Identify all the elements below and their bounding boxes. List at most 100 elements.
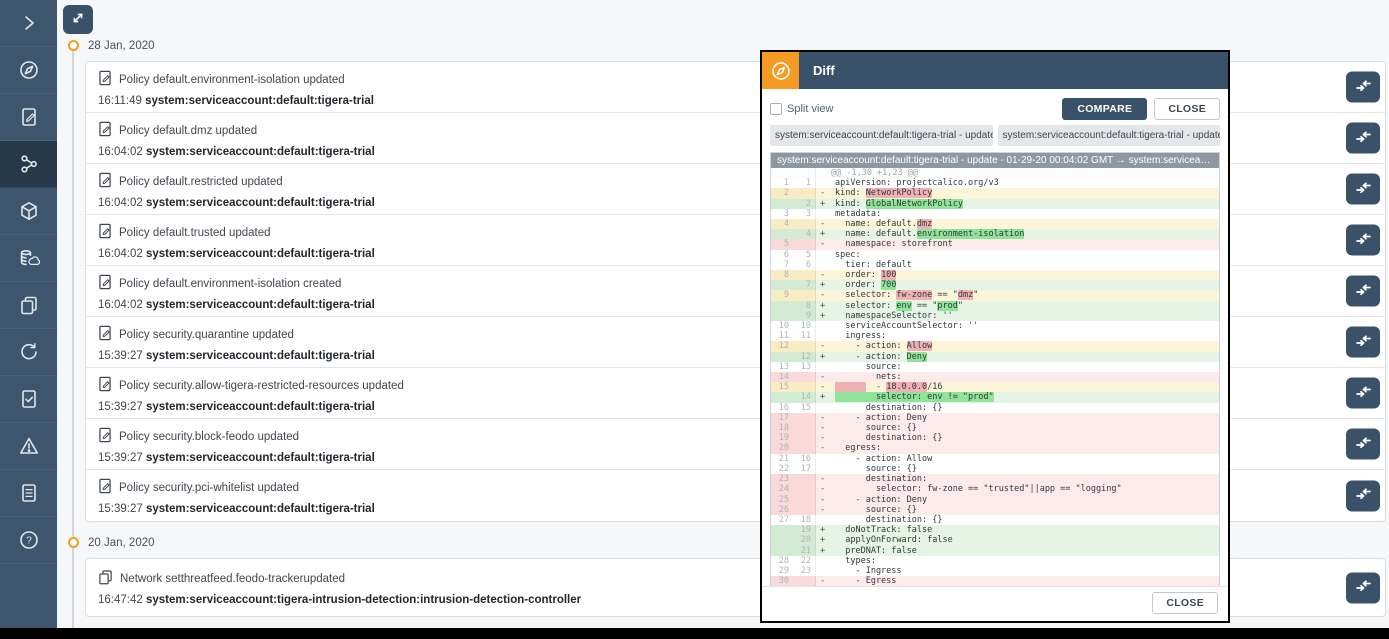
diff-line: 24- selector: fw-zone == "trusted"||app … — [771, 484, 1219, 494]
policy-document-icon — [98, 121, 112, 140]
entry-title: Policy security.allow-tigera-restricted-… — [119, 380, 404, 392]
timeline-marker-icon — [68, 537, 79, 548]
entry-diff-button[interactable] — [1346, 480, 1380, 511]
policy-document-icon — [98, 274, 112, 293]
diff-line: 76 tier: default — [771, 260, 1219, 270]
compass-icon — [18, 59, 40, 81]
diff-modal-title: Diff — [813, 63, 835, 78]
help-circle-icon: ? — [18, 529, 40, 551]
entry-time: 16:04:02 — [98, 197, 146, 209]
diff-modal: Diff Split view COMPARE CLOSE system:ser… — [760, 50, 1230, 623]
entry-diff-button[interactable] — [1346, 572, 1380, 603]
entry-diff-button[interactable] — [1346, 378, 1380, 409]
diff-line: 9+ namespaceSelector: '' — [771, 311, 1219, 321]
left-revision-select[interactable]: system:serviceaccount:default:tigera-tri… — [770, 125, 993, 146]
entry-title: Policy security.quarantine updated — [119, 329, 294, 341]
copy-pages-icon — [98, 569, 113, 588]
compass-logo-icon — [762, 52, 799, 89]
footer-close-button[interactable]: CLOSE — [1152, 592, 1218, 614]
diff-line: 20- egress: — [771, 443, 1219, 453]
sidebar-item[interactable] — [0, 282, 57, 329]
entry-time: 16:11:49 — [98, 95, 145, 107]
diff-line: 7+ order: 700 — [771, 280, 1219, 290]
diff-lines: @@ -1,30 +1,23 @@11apiVersion: projectca… — [771, 168, 1219, 586]
entry-diff-button[interactable] — [1346, 429, 1380, 460]
storage-cloud-icon — [18, 247, 40, 269]
warning-triangle-icon — [18, 435, 40, 457]
diff-line: 1010 serviceAccountSelector: '' — [771, 321, 1219, 331]
policy-document-icon — [98, 70, 112, 89]
sidebar-item[interactable] — [0, 376, 57, 423]
sidebar-item[interactable] — [0, 235, 57, 282]
diff-line: 14- nets: — [771, 372, 1219, 382]
diff-line: 20+ applyOnForward: false — [771, 535, 1219, 545]
diff-line: 2923 - Ingress — [771, 566, 1219, 576]
diff-line: 1111 ingress: — [771, 331, 1219, 341]
diff-panel: system:serviceaccount:default:tigera-tri… — [770, 152, 1220, 586]
entry-diff-button[interactable] — [1346, 276, 1380, 307]
cube-icon — [18, 200, 40, 222]
diff-modal-body: Split view COMPARE CLOSE system:servicea… — [762, 89, 1228, 586]
diff-line: 2217 source: {} — [771, 464, 1219, 474]
sidebar-item[interactable] — [0, 0, 57, 47]
sidebar-item[interactable] — [0, 423, 57, 470]
diff-line: 11apiVersion: projectcalico.org/v3 — [771, 178, 1219, 188]
diff-line: 2116 - action: Allow — [771, 454, 1219, 464]
diff-line: 26- source: {} — [771, 505, 1219, 515]
compare-arrows-icon — [1355, 579, 1372, 597]
diff-line: @@ -1,30 +1,23 @@ — [771, 168, 1219, 178]
compare-arrows-icon — [1355, 129, 1372, 147]
diff-modal-header: Diff — [762, 52, 1228, 89]
split-view-label: Split view — [787, 103, 833, 115]
document-check-icon — [18, 388, 40, 410]
entry-time: 15:39:27 — [98, 401, 146, 413]
diff-line: 1615 destination: {} — [771, 403, 1219, 413]
policy-document-icon — [98, 172, 112, 191]
right-revision-select[interactable]: system:serviceaccount:default:tigera-tri… — [998, 125, 1221, 146]
close-button[interactable]: CLOSE — [1154, 98, 1220, 120]
diff-line: 5- namespace: storefront — [771, 239, 1219, 249]
diff-line: 14+ selector: env != "prod" — [771, 392, 1219, 402]
timeline-date-label: 20 Jan, 2020 — [88, 537, 155, 549]
diff-line: 9- selector: fw-zone == "dmz" — [771, 290, 1219, 300]
entry-account: system:serviceaccount:default:tigera-tri… — [146, 452, 375, 464]
entry-time: 16:04:02 — [98, 146, 146, 158]
diff-line: 30- - Egress — [771, 576, 1219, 586]
diff-line: 1313 source: — [771, 362, 1219, 372]
sidebar-item[interactable]: ? — [0, 517, 57, 564]
entry-account: system:serviceaccount:default:tigera-tri… — [146, 350, 375, 362]
entry-time: 16:47:42 — [98, 594, 146, 606]
diff-line: 2718 destination: {} — [771, 515, 1219, 525]
compare-arrows-icon — [1355, 180, 1372, 198]
entry-diff-button[interactable] — [1346, 72, 1380, 103]
timeline-marker-icon — [68, 40, 79, 51]
document-list-icon — [18, 482, 40, 504]
sidebar-item[interactable] — [0, 470, 57, 517]
compare-arrows-icon — [1355, 384, 1372, 402]
diff-line: 25- - action: Deny — [771, 495, 1219, 505]
split-view-checkbox[interactable] — [770, 103, 782, 115]
sidebar-item[interactable] — [0, 188, 57, 235]
compare-button[interactable]: COMPARE — [1062, 98, 1147, 120]
diff-line: 18- source: {} — [771, 423, 1219, 433]
entry-diff-button[interactable] — [1346, 225, 1380, 256]
policy-document-icon — [98, 478, 112, 497]
entry-account: system:serviceaccount:default:tigera-tri… — [145, 95, 374, 107]
diff-line: 33metadata: — [771, 209, 1219, 219]
sidebar-item[interactable] — [0, 329, 57, 376]
entry-title: Policy default.restricted updated — [119, 176, 283, 188]
svg-text:?: ? — [26, 536, 32, 547]
sidebar-item[interactable] — [0, 94, 57, 141]
compare-arrows-icon — [1355, 231, 1372, 249]
entry-diff-button[interactable] — [1346, 174, 1380, 205]
sidebar: ? — [0, 0, 57, 628]
diff-line: 12- - action: Allow — [771, 341, 1219, 351]
sidebar-item[interactable] — [0, 141, 57, 188]
entry-account: system:serviceaccount:default:tigera-tri… — [146, 248, 375, 260]
entry-account: system:serviceaccount:default:tigera-tri… — [146, 197, 375, 209]
entry-account: system:serviceaccount:tigera-intrusion-d… — [146, 594, 581, 606]
sidebar-item[interactable] — [0, 47, 57, 94]
entry-diff-button[interactable] — [1346, 123, 1380, 154]
entry-diff-button[interactable] — [1346, 327, 1380, 358]
diff-line: 8+ selector: env == "prod" — [771, 301, 1219, 311]
